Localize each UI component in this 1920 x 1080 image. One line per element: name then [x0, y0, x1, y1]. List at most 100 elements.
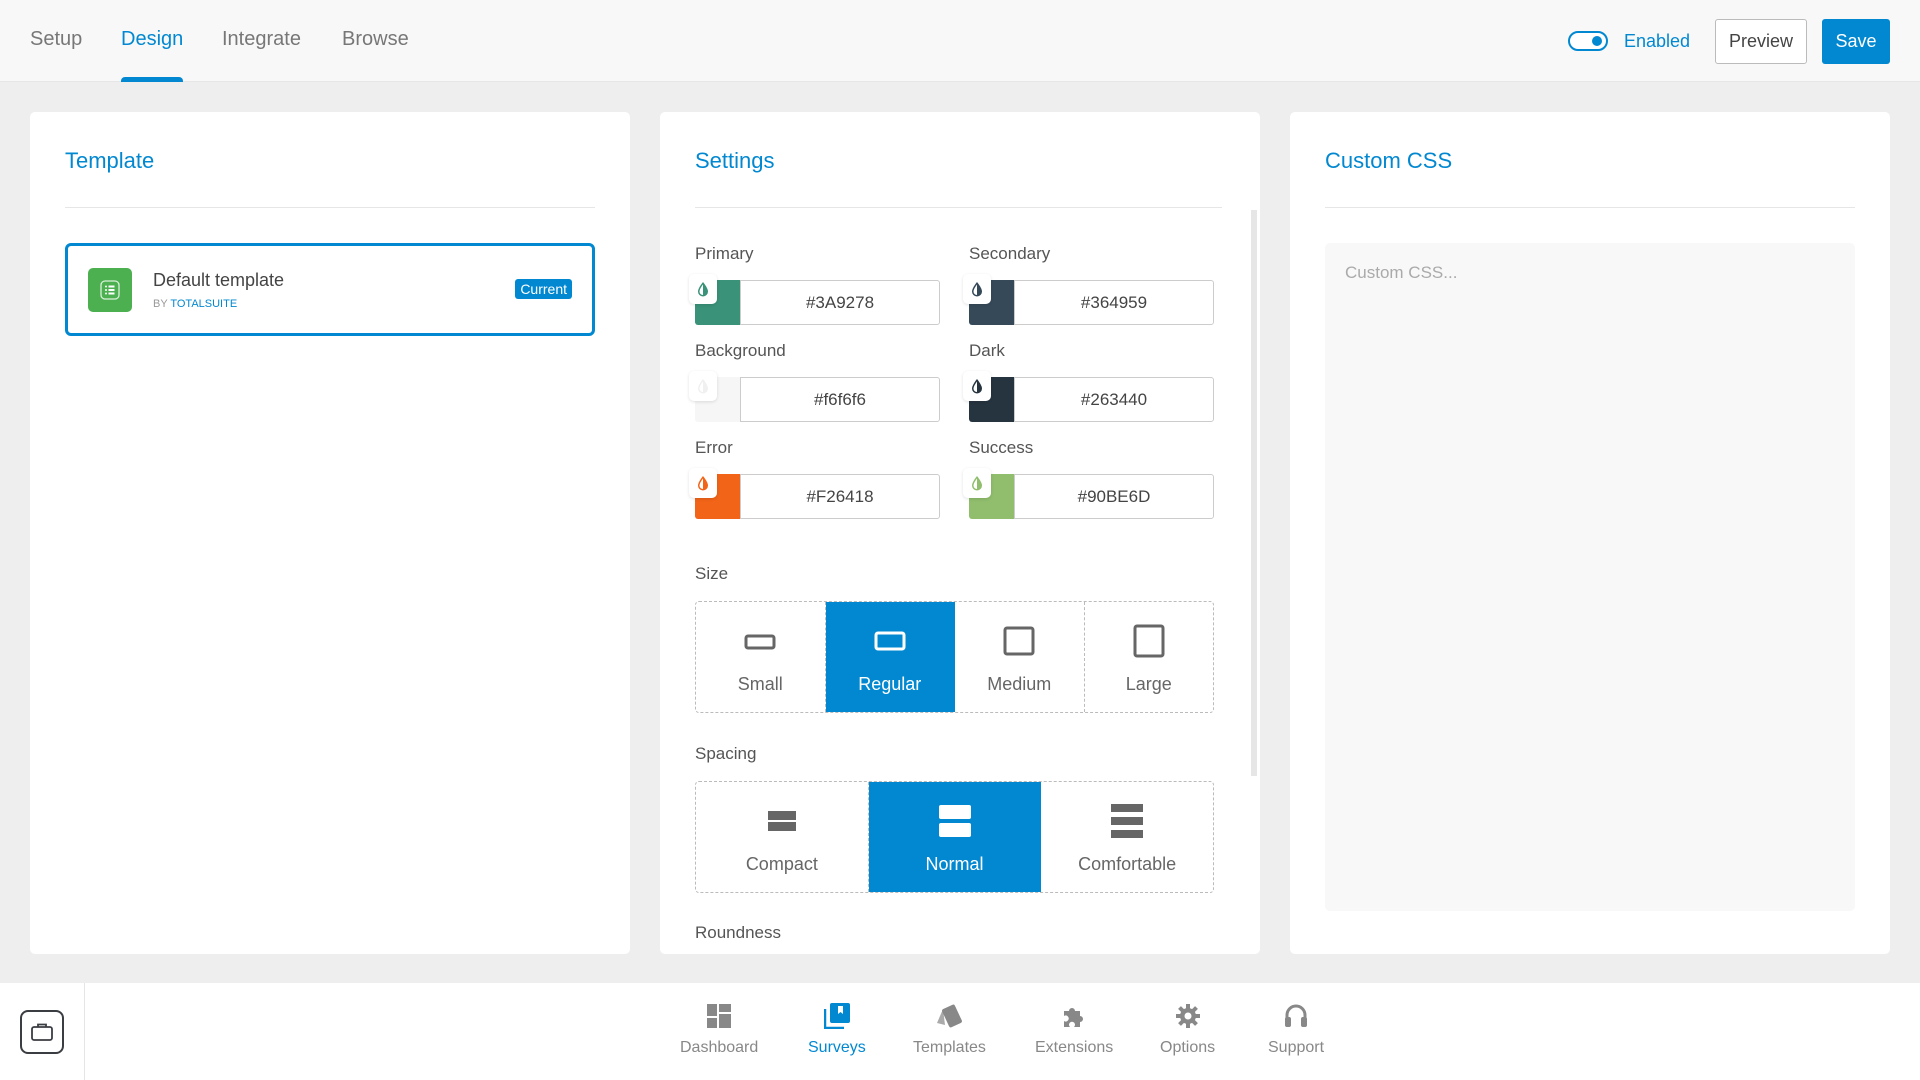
- primary-color-field: [689, 274, 940, 325]
- dark-hex-input[interactable]: [1014, 377, 1214, 422]
- nav-surveys[interactable]: Surveys: [808, 1001, 866, 1057]
- size-option-regular[interactable]: Regular: [825, 602, 955, 712]
- enabled-toggle[interactable]: [1568, 31, 1608, 51]
- normal-rows-icon: [938, 805, 972, 837]
- option-label: Medium: [987, 674, 1052, 694]
- settings-scrollbar[interactable]: [1251, 210, 1257, 776]
- comfortable-rows-icon: [1110, 804, 1144, 838]
- nav-label: Extensions: [1035, 1039, 1114, 1056]
- tab-integrate[interactable]: Integrate: [222, 28, 301, 82]
- top-header: Setup Design Integrate Browse Enabled Pr…: [0, 0, 1920, 82]
- divider: [1325, 207, 1855, 208]
- preview-button[interactable]: Preview: [1715, 19, 1807, 64]
- current-badge: Current: [515, 279, 572, 299]
- drop-icon[interactable]: [963, 468, 991, 498]
- secondary-label: Secondary: [969, 244, 1051, 263]
- error-label: Error: [695, 438, 733, 457]
- option-label: Compact: [745, 854, 818, 874]
- tab-setup[interactable]: Setup: [30, 28, 82, 82]
- secondary-hex-input[interactable]: [1014, 280, 1214, 325]
- spacing-option-normal[interactable]: Normal: [868, 782, 1042, 892]
- toggle-knob: [1592, 36, 1602, 46]
- headphones-icon: [1283, 1001, 1309, 1031]
- drop-icon[interactable]: [689, 274, 717, 304]
- nav-extensions[interactable]: Extensions: [1035, 1001, 1113, 1057]
- template-name: Default template: [153, 270, 285, 290]
- custom-css-panel-title: Custom CSS: [1325, 148, 1453, 173]
- tab-design[interactable]: Design: [121, 28, 184, 82]
- divider: [695, 207, 1222, 208]
- drop-icon[interactable]: [963, 274, 991, 304]
- briefcase-button[interactable]: [20, 1010, 64, 1054]
- roundness-label: Roundness: [695, 923, 782, 942]
- nav-dashboard[interactable]: Dashboard: [680, 1001, 758, 1057]
- drop-icon[interactable]: [689, 371, 717, 401]
- author-link[interactable]: TOTALSUITE: [170, 298, 237, 310]
- templates-icon: [935, 1001, 963, 1031]
- by-prefix: BY: [153, 298, 168, 310]
- nav-label: Templates: [913, 1039, 986, 1056]
- spacing-label: Spacing: [695, 744, 757, 763]
- settings-panel-title: Settings: [695, 148, 775, 173]
- primary-hex-input[interactable]: [740, 280, 940, 325]
- save-button[interactable]: Save: [1822, 19, 1890, 64]
- template-item-default[interactable]: Default template BY TOTALSUITE Current: [65, 243, 595, 336]
- option-label: Comfortable: [1078, 854, 1177, 874]
- drop-icon[interactable]: [963, 371, 991, 401]
- gear-icon: [1175, 1001, 1201, 1031]
- square-medium-icon: [1003, 626, 1035, 656]
- list-icon: [88, 268, 132, 312]
- size-options: Small Regular Medium Large: [695, 601, 1214, 713]
- error-hex-input[interactable]: [740, 474, 940, 519]
- secondary-color-field: [963, 274, 1214, 325]
- size-label: Size: [695, 564, 729, 583]
- nav-label: Options: [1160, 1039, 1216, 1056]
- rectangle-regular-icon: [874, 626, 906, 656]
- enabled-label[interactable]: Enabled: [1624, 31, 1690, 52]
- custom-css-input[interactable]: [1325, 243, 1855, 911]
- option-label: Normal: [925, 854, 984, 874]
- tab-browse[interactable]: Browse: [342, 28, 409, 82]
- nav-label: Dashboard: [680, 1039, 759, 1056]
- bottom-left-section: [0, 983, 85, 1080]
- dark-label: Dark: [969, 341, 1005, 360]
- dark-color-field: [963, 371, 1214, 422]
- spacing-options: Compact Normal Comfortable: [695, 781, 1214, 893]
- bottom-nav: Dashboard Surveys Templates Extensions O…: [0, 983, 1920, 1080]
- size-option-large[interactable]: Large: [1085, 602, 1214, 712]
- option-label: Large: [1125, 674, 1172, 694]
- spacing-option-comfortable[interactable]: Comfortable: [1041, 782, 1213, 892]
- surveys-icon: [823, 1001, 850, 1031]
- dashboard-icon: [707, 1001, 732, 1031]
- success-color-field: [963, 468, 1214, 519]
- divider: [65, 207, 595, 208]
- nav-templates[interactable]: Templates: [913, 1001, 986, 1057]
- nav-label: Support: [1268, 1039, 1325, 1056]
- template-panel: Template Default template BY TOTALSUITE …: [30, 112, 630, 954]
- template-author: BY TOTALSUITE: [153, 298, 237, 310]
- option-label: Regular: [858, 674, 922, 694]
- nav-support[interactable]: Support: [1268, 1001, 1324, 1057]
- briefcase-icon: [31, 1023, 53, 1041]
- nav-options[interactable]: Options: [1160, 1001, 1215, 1057]
- success-label: Success: [969, 438, 1034, 457]
- size-option-small[interactable]: Small: [696, 602, 826, 712]
- template-panel-title: Template: [65, 148, 155, 173]
- size-option-medium[interactable]: Medium: [955, 602, 1085, 712]
- background-label: Background: [695, 341, 786, 360]
- spacing-option-compact[interactable]: Compact: [696, 782, 869, 892]
- rectangle-small-icon: [744, 626, 776, 656]
- error-color-field: [689, 468, 940, 519]
- success-hex-input[interactable]: [1014, 474, 1214, 519]
- compact-rows-icon: [766, 806, 798, 836]
- drop-icon[interactable]: [689, 468, 717, 498]
- settings-panel: Settings Primary Secondary Background Da…: [660, 112, 1260, 954]
- square-large-icon: [1133, 624, 1165, 658]
- primary-label: Primary: [695, 244, 754, 263]
- nav-label: Surveys: [808, 1039, 866, 1056]
- background-color-field: [689, 371, 940, 422]
- option-label: Small: [737, 674, 783, 694]
- puzzle-icon: [1061, 1001, 1087, 1031]
- background-hex-input[interactable]: [740, 377, 940, 422]
- custom-css-panel: Custom CSS: [1290, 112, 1890, 954]
